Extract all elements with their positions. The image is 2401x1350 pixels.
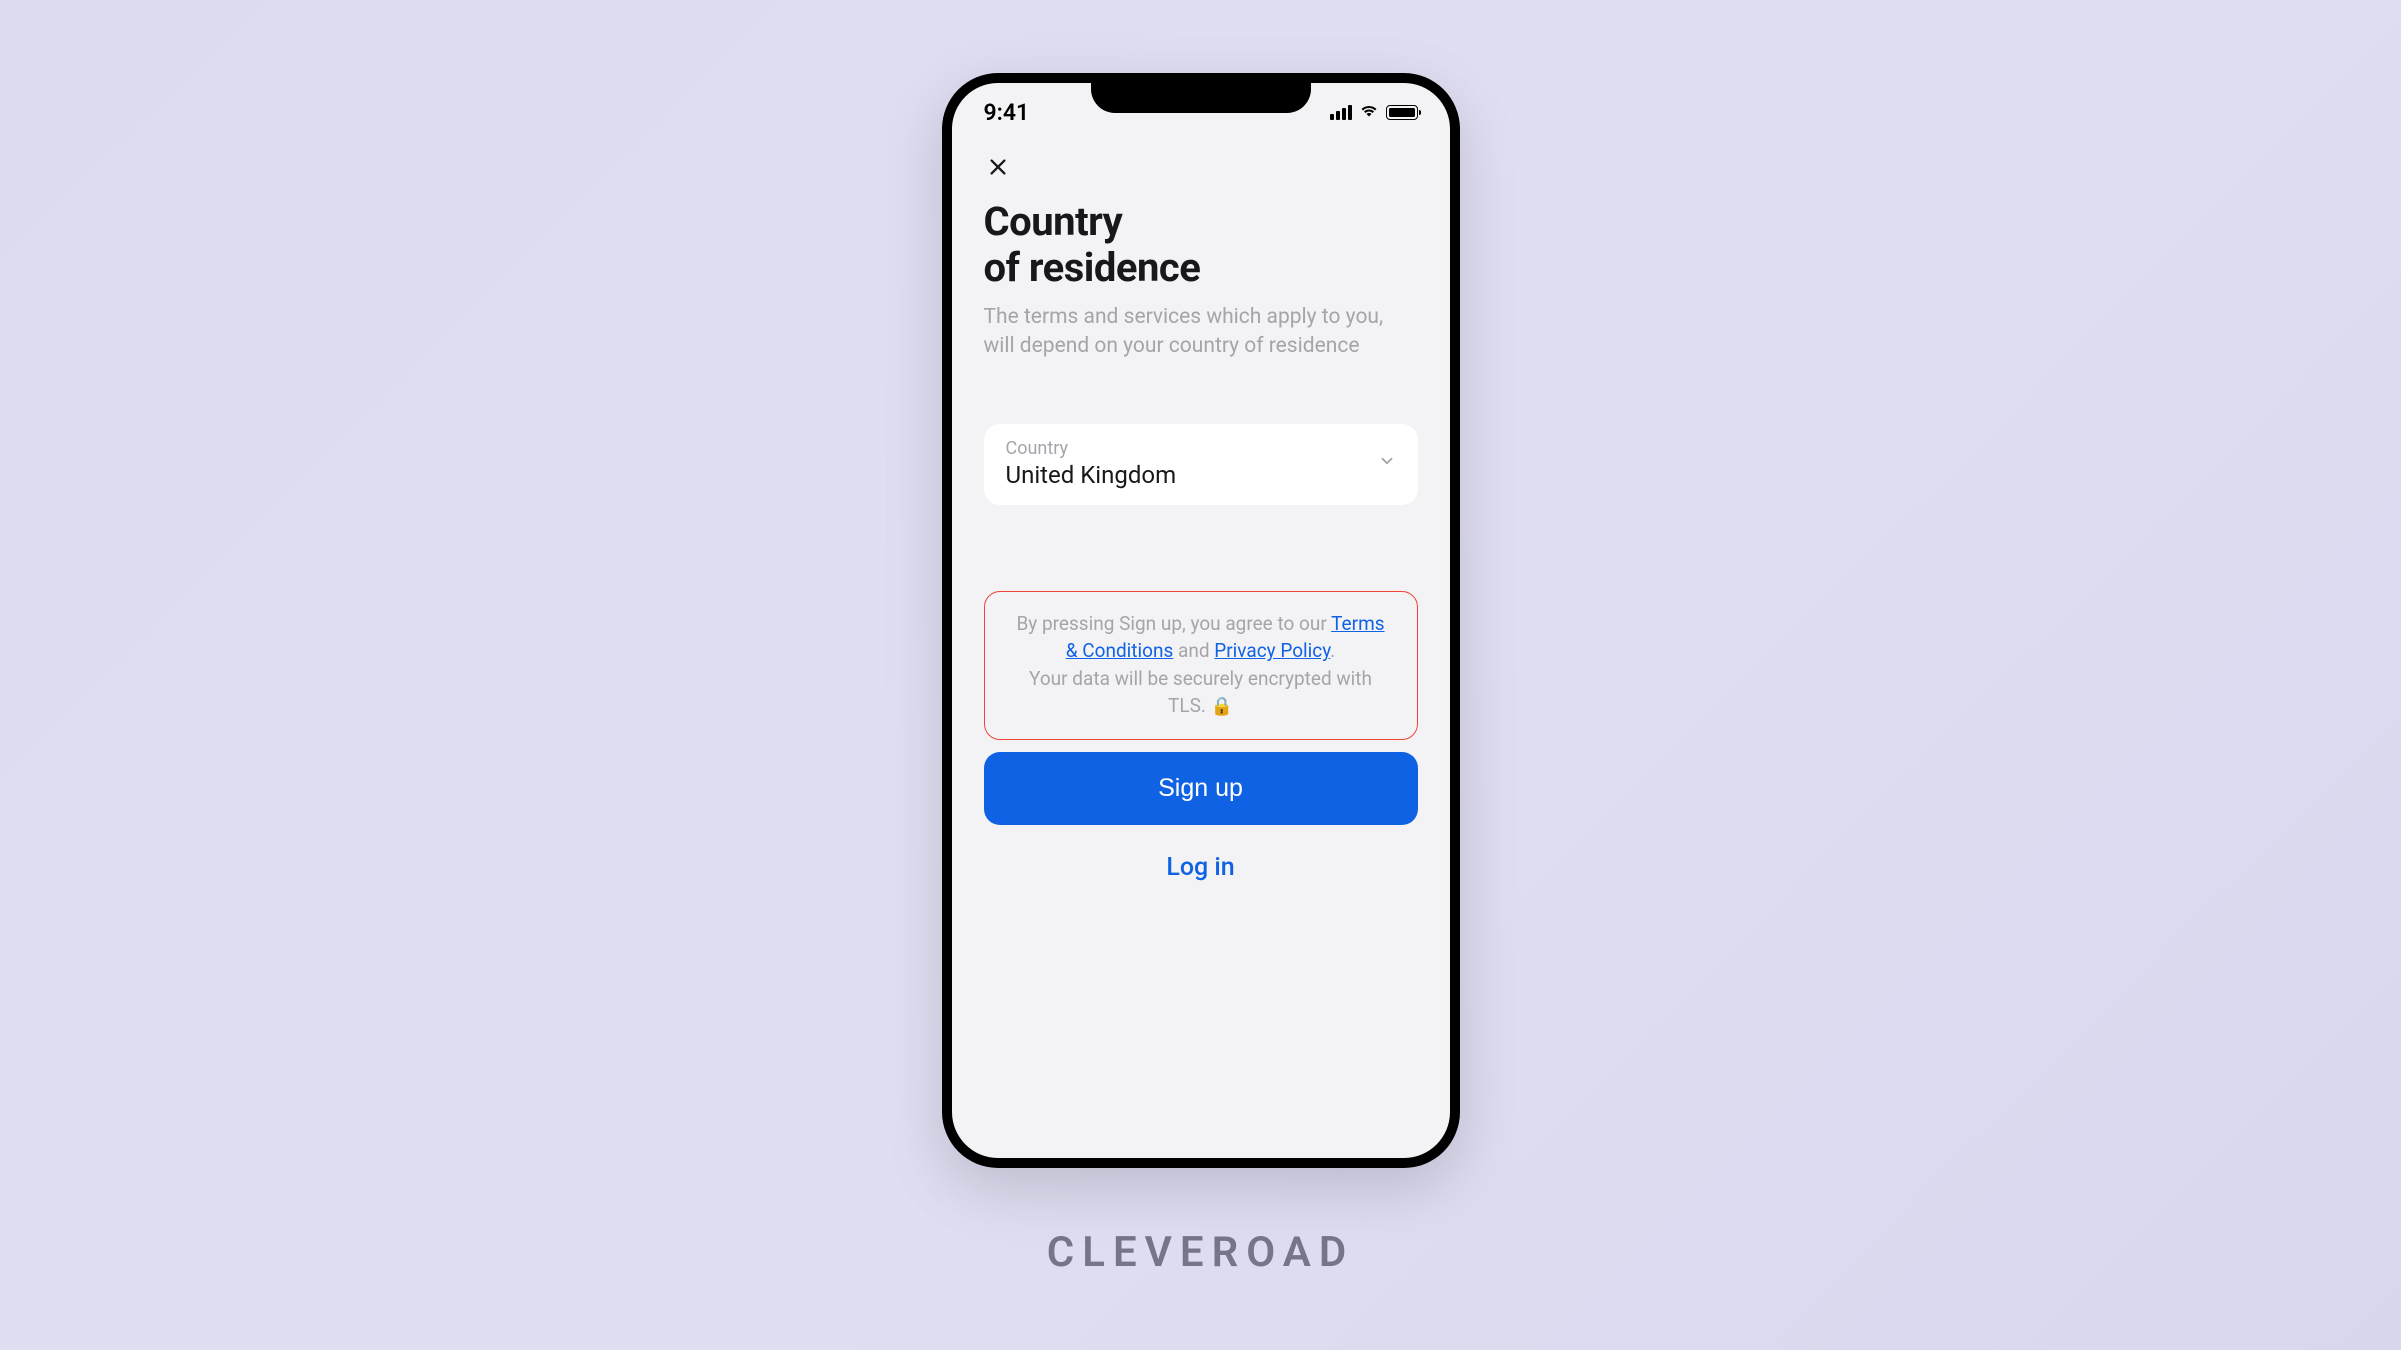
login-link[interactable]: Log in — [984, 853, 1418, 882]
terms-connector: and — [1173, 639, 1214, 662]
wifi-icon — [1359, 103, 1379, 122]
phone-notch — [1091, 73, 1311, 113]
privacy-policy-link[interactable]: Privacy Policy — [1214, 639, 1330, 662]
phone-screen: 9:41 — [952, 83, 1450, 1158]
chevron-down-icon — [1378, 452, 1396, 474]
close-icon — [987, 156, 1009, 178]
close-button[interactable] — [984, 153, 1012, 181]
terms-box: By pressing Sign up, you agree to our Te… — [984, 591, 1418, 740]
brand-label: CLEVEROAD — [1047, 1228, 1354, 1277]
battery-icon — [1386, 105, 1418, 120]
terms-period: . — [1330, 639, 1335, 662]
lock-icon: 🔒 — [1211, 696, 1233, 717]
title-line-1: Country — [984, 198, 1123, 245]
signup-button[interactable]: Sign up — [984, 752, 1418, 825]
page-title: Country of residence — [984, 199, 1418, 291]
country-select-content: Country United Kingdom — [1006, 438, 1177, 489]
terms-text: By pressing Sign up, you agree to our Te… — [1009, 610, 1393, 721]
country-select-value: United Kingdom — [1006, 461, 1177, 489]
screen-content: Country of residence The terms and servi… — [952, 133, 1450, 902]
page-subtitle: The terms and services which apply to yo… — [984, 303, 1418, 362]
status-time: 9:41 — [984, 99, 1030, 126]
terms-prefix: By pressing Sign up, you agree to our — [1016, 612, 1331, 635]
signal-icon — [1330, 105, 1352, 120]
terms-encryption: Your data will be securely encrypted wit… — [1029, 667, 1372, 718]
title-line-2: of residence — [984, 244, 1201, 291]
country-select-label: Country — [1006, 438, 1177, 459]
phone-frame: 9:41 — [942, 73, 1460, 1168]
country-select[interactable]: Country United Kingdom — [984, 424, 1418, 505]
status-icons — [1330, 103, 1418, 122]
